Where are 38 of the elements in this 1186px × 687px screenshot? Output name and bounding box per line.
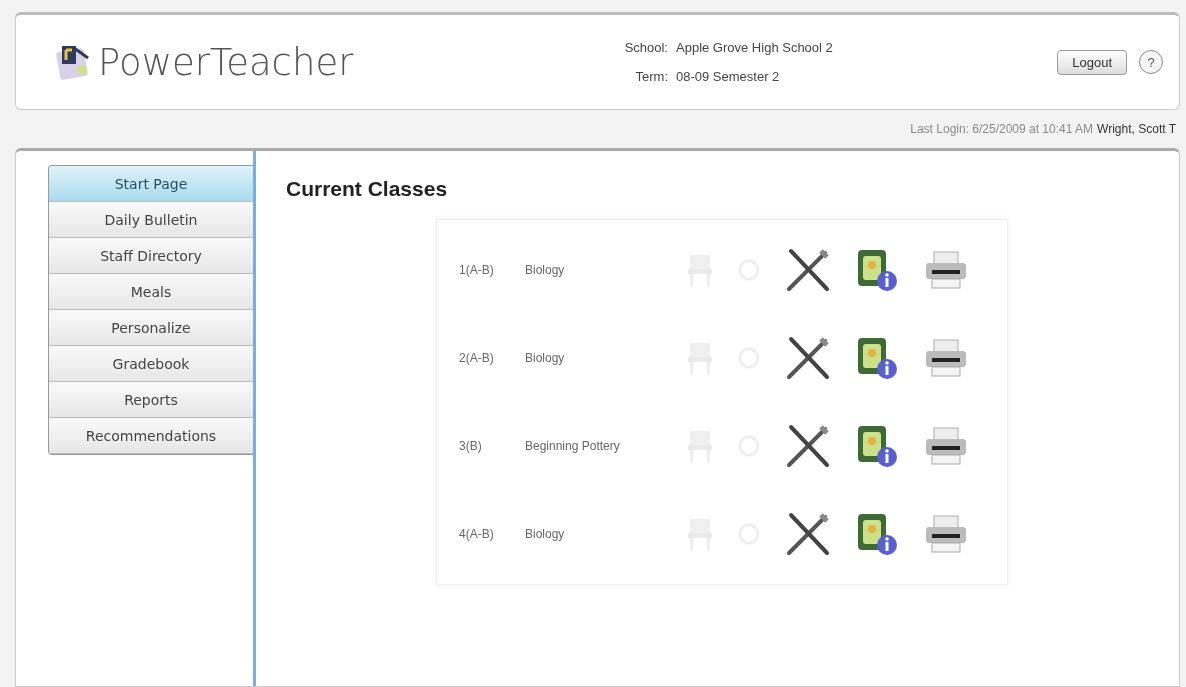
sidebar-item[interactable]: Start Page [49,166,253,202]
page-title: Current Classes [286,177,449,201]
period-text: 1(A-B) [459,263,495,277]
sidebar-item[interactable]: Reports [49,382,253,418]
help-button[interactable]: ? [1139,50,1163,74]
course-name: Beginning Pottery [525,439,621,453]
school-label: School: [623,40,668,55]
sidebar-item[interactable]: Daily Bulletin [49,202,253,238]
crossed-tools-icon[interactable] [785,335,831,381]
info-badge-icon[interactable] [855,247,899,293]
school-name: Apple Grove High School 2 [676,40,833,55]
printer-icon[interactable] [923,338,969,378]
info-badge-icon[interactable] [855,511,899,557]
course-name: Biology [525,263,566,277]
printer-icon[interactable] [923,250,969,290]
course-name: Biology [525,351,566,365]
info-badge-icon[interactable] [855,335,899,381]
printer-icon[interactable] [923,514,969,554]
sidebar-item[interactable]: Meals [49,274,253,310]
period-text: 2(A-B) [459,351,495,365]
term-label: Term: [634,69,668,84]
last-login-text: Last Login: 6/25/2009 at 10:41 AM [910,122,1094,136]
sidebar-item[interactable]: Gradebook [49,346,253,382]
printer-icon[interactable] [923,426,969,466]
info-badge-icon[interactable] [855,423,899,469]
crossed-tools-icon[interactable] [785,423,831,469]
user-name: Wright, Scott T [1097,122,1176,136]
period-text: 3(B) [459,439,483,453]
logout-button[interactable]: Logout [1057,49,1127,75]
sidebar-item[interactable]: Staff Directory [49,238,253,274]
course-name: Biology [525,527,566,541]
crossed-tools-icon[interactable] [785,247,831,293]
term-name: 08-09 Semester 2 [676,69,780,84]
period-text: 4(A-B) [459,527,495,541]
sidebar-item[interactable]: Personalize [49,310,253,346]
sidebar-item[interactable]: Recommendations [49,418,253,454]
app-title: PowerTeacher [98,40,354,84]
crossed-tools-icon[interactable] [785,511,831,557]
